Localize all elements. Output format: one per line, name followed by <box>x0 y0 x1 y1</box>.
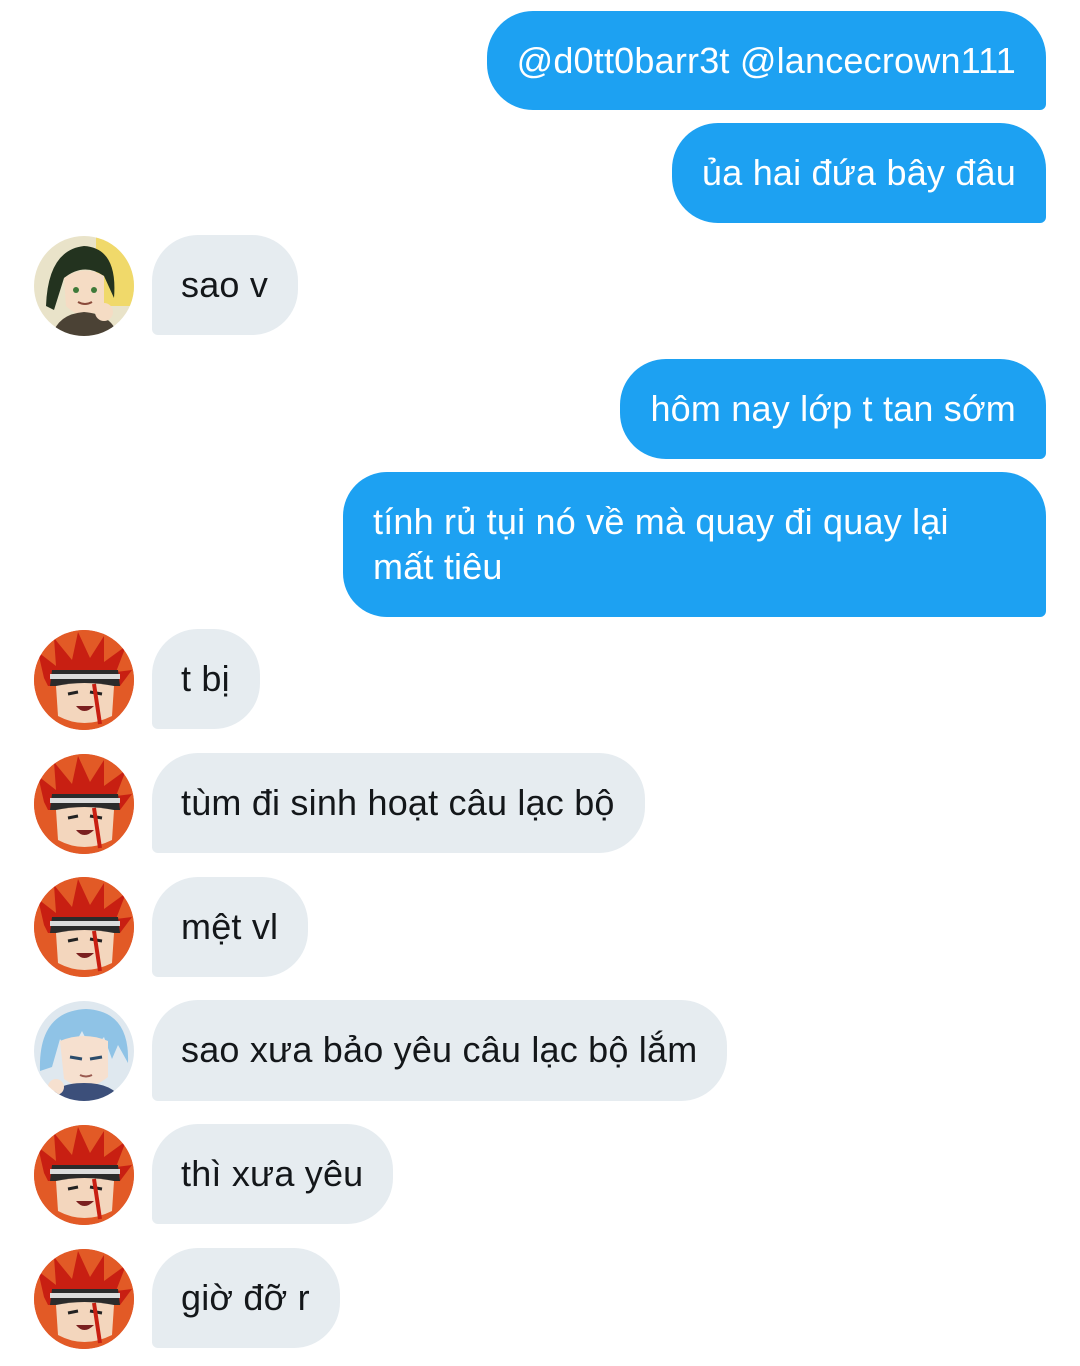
green-hair-avatar-icon[interactable] <box>34 236 134 336</box>
received-message-bubble[interactable]: mệt vl <box>152 877 309 977</box>
received-message-bubble[interactable]: giờ đỡ r <box>152 1248 340 1348</box>
message-text: t bị <box>181 658 230 699</box>
red-hair-avatar-icon[interactable] <box>34 1125 134 1225</box>
sent-message-bubble[interactable]: tính rủ tụi nó về mà quay đi quay lại mấ… <box>343 472 1046 617</box>
received-message-bubble[interactable]: tùm đi sinh hoạt câu lạc bộ <box>152 753 645 853</box>
received-message-bubble[interactable]: t bị <box>152 629 260 729</box>
sent-message-bubble[interactable]: hôm nay lớp t tan sớm <box>620 359 1046 459</box>
message-text: hôm nay lớp t tan sớm <box>650 388 1016 429</box>
red-hair-avatar-icon[interactable] <box>34 754 134 854</box>
blue-hair-avatar-icon[interactable] <box>34 1001 134 1101</box>
received-message-bubble[interactable]: thì xưa yêu <box>152 1124 394 1224</box>
message-text: sao xưa bảo yêu câu lạc bộ lắm <box>181 1029 698 1070</box>
red-hair-avatar-icon[interactable] <box>34 630 134 730</box>
message-text: tính rủ tụi nó về mà quay đi quay lại mấ… <box>373 501 949 587</box>
red-hair-avatar-icon[interactable] <box>34 877 134 977</box>
message-text: @d0tt0barr3t @lancecrown111 <box>516 40 1016 81</box>
message-text: tùm đi sinh hoạt câu lạc bộ <box>181 782 615 823</box>
red-hair-avatar-icon[interactable] <box>34 1249 134 1349</box>
message-text: sao v <box>181 264 269 305</box>
message-text: giờ đỡ r <box>181 1277 310 1318</box>
message-text: mệt vl <box>181 906 279 947</box>
sent-message-bubble[interactable]: ủa hai đứa bây đâu <box>672 123 1046 223</box>
message-text: ủa hai đứa bây đâu <box>702 152 1016 193</box>
message-text: thì xưa yêu <box>181 1153 364 1194</box>
sent-message-bubble[interactable]: @d0tt0barr3t @lancecrown111 <box>486 11 1046 110</box>
received-message-bubble[interactable]: sao xưa bảo yêu câu lạc bộ lắm <box>152 1000 728 1101</box>
received-message-bubble[interactable]: sao v <box>152 235 299 335</box>
